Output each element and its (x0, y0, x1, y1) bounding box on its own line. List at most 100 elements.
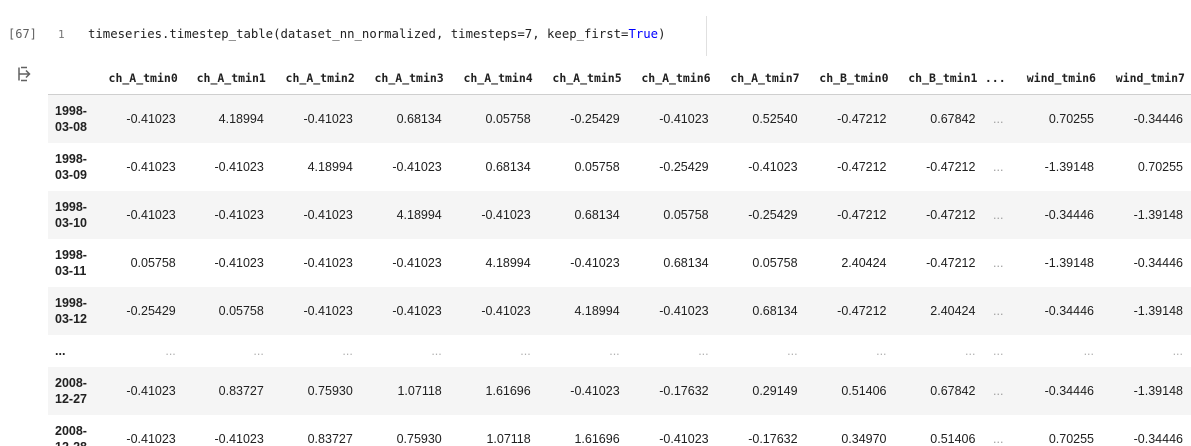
table-cell: -0.25429 (126, 303, 176, 318)
table-cell: -0.41023 (392, 255, 442, 270)
code-text-end: ) (658, 27, 666, 41)
column-header-ellipsis: ... (983, 62, 1014, 95)
table-cell: -0.41023 (481, 303, 531, 318)
table-cell: 0.68134 (752, 303, 798, 318)
table-cell: -0.41023 (303, 111, 353, 126)
table-cell: -0.41023 (126, 383, 176, 398)
dataframe-table: ch_A_tmin0 ch_A_tmin1 ch_A_tmin2 ch_A_tmin3… (48, 62, 1191, 446)
table-row: 1998-03-10 -0.41023 -0.41023 -0.41023 4.1899… (48, 190, 1191, 239)
code-cell[interactable]: [67] 1 timeseries.timestep_table(dataset… (0, 16, 1191, 56)
table-cell: 0.68134 (574, 207, 620, 222)
table-cell: -1.39148 (1133, 207, 1183, 222)
table-cell: 0.75930 (307, 383, 353, 398)
code-line[interactable]: timeseries.timestep_table(dataset_nn_nor… (88, 27, 665, 41)
table-cell: -0.41023 (126, 431, 176, 446)
output-area: ch_A_tmin0 ch_A_tmin1 ch_A_tmin2 ch_A_tmin3… (48, 62, 1191, 446)
table-cell: -0.17632 (659, 383, 709, 398)
table-cell: -0.17632 (748, 431, 798, 446)
table-cell: -0.41023 (748, 159, 798, 174)
line-number: 1 (58, 28, 65, 41)
column-header: ch_A_tmin2 (271, 62, 361, 95)
column-header: ch_A_tmin5 (538, 62, 628, 95)
table-cell: 0.05758 (218, 303, 264, 318)
table-row: 1998-03-09 -0.41023 -0.41023 4.18994 -0.4102… (48, 143, 1191, 191)
table-cell: ... (993, 207, 1004, 222)
table-cell: -0.41023 (659, 303, 709, 318)
row-index: 1998-03-10 (55, 199, 87, 230)
table-cell: 0.70255 (1137, 159, 1183, 174)
table-cell: -0.34446 (1133, 111, 1183, 126)
table-cell: -0.41023 (481, 207, 531, 222)
table-cell: 0.67842 (930, 111, 976, 126)
table-cell: 0.51406 (930, 431, 976, 446)
column-header: ch_A_tmin6 (627, 62, 717, 95)
table-cell: -0.25429 (748, 207, 798, 222)
table-cell: ... (520, 343, 531, 358)
output-redirect-icon[interactable] (17, 66, 33, 82)
table-cell: 4.18994 (574, 303, 620, 318)
table-row: 1998-03-08 -0.41023 4.18994 -0.41023 0.68134… (48, 94, 1191, 143)
table-cell: -0.34446 (1133, 431, 1183, 446)
table-cell: -0.47212 (837, 303, 887, 318)
table-cell: 0.70255 (1048, 111, 1094, 126)
index-corner (48, 62, 97, 95)
table-cell: ... (1083, 343, 1094, 358)
table-cell: -1.39148 (1044, 159, 1094, 174)
table-cell: ... (965, 343, 976, 358)
code-editor[interactable]: 1 timeseries.timestep_table(dataset_nn_n… (50, 16, 707, 56)
column-header: ch_A_tmin0 (96, 62, 184, 95)
column-header: wind_tmin7 (1102, 62, 1191, 95)
column-header: ch_A_tmin7 (716, 62, 806, 95)
table-cell: -0.47212 (926, 255, 976, 270)
table-header-row: ch_A_tmin0 ch_A_tmin1 ch_A_tmin2 ch_A_tmin3… (48, 62, 1191, 95)
table-cell: 0.68134 (663, 255, 709, 270)
table-cell: 0.51406 (841, 383, 887, 398)
code-keyword: True (628, 27, 659, 41)
table-cell: ... (993, 159, 1004, 174)
table-cell: -0.47212 (837, 111, 887, 126)
table-cell: -0.25429 (570, 111, 620, 126)
column-header: ch_A_tmin1 (183, 62, 272, 95)
table-cell: ... (1172, 343, 1183, 358)
table-cell: ... (876, 343, 887, 358)
column-header: ch_B_tmin1 (894, 62, 984, 95)
table-cell: ... (609, 343, 620, 358)
table-cell: -0.25429 (659, 159, 709, 174)
table-cell: ... (342, 343, 353, 358)
table-cell: 0.05758 (130, 255, 176, 270)
table-cell: -0.41023 (214, 431, 264, 446)
table-cell: ... (165, 343, 176, 358)
table-row: 2008-12-28 -0.41023 -0.41023 0.83727 0.75930… (48, 415, 1191, 446)
table-cell: -0.47212 (926, 207, 976, 222)
row-index: 1998-03-11 (55, 247, 87, 278)
table-cell: -0.41023 (214, 159, 264, 174)
column-header: ch_B_tmin0 (805, 62, 895, 95)
table-cell: 4.18994 (218, 111, 264, 126)
table-cell: 0.05758 (663, 207, 709, 222)
table-row: 1998-03-11 0.05758 -0.41023 -0.41023 -0.4102… (48, 239, 1191, 287)
table-cell: 0.68134 (485, 159, 531, 174)
table-cell: ... (993, 255, 1004, 270)
table-cell: -0.41023 (126, 111, 176, 126)
table-cell: 4.18994 (307, 159, 353, 174)
table-cell: -0.41023 (303, 207, 353, 222)
table-cell: ... (993, 303, 1004, 318)
table-cell: 0.83727 (307, 431, 353, 446)
table-cell: 0.68134 (396, 111, 442, 126)
table-cell: 1.61696 (485, 383, 531, 398)
table-cell: 2.40424 (841, 255, 887, 270)
table-cell: 0.29149 (752, 383, 798, 398)
table-cell: -0.47212 (837, 207, 887, 222)
table-cell: 0.05758 (752, 255, 798, 270)
table-cell: 1.07118 (397, 383, 442, 398)
table-cell: -0.34446 (1044, 303, 1094, 318)
table-cell: ... (253, 343, 264, 358)
table-row: 2008-12-27 -0.41023 0.83727 0.75930 1.07118 1… (48, 366, 1191, 415)
table-cell: -0.47212 (837, 159, 887, 174)
table-cell: -0.41023 (214, 255, 264, 270)
table-cell: 0.75930 (396, 431, 442, 446)
table-cell: 0.67842 (930, 383, 976, 398)
table-cell: 0.05758 (574, 159, 620, 174)
table-cell: ... (993, 111, 1004, 126)
column-header: ch_A_tmin3 (360, 62, 450, 95)
